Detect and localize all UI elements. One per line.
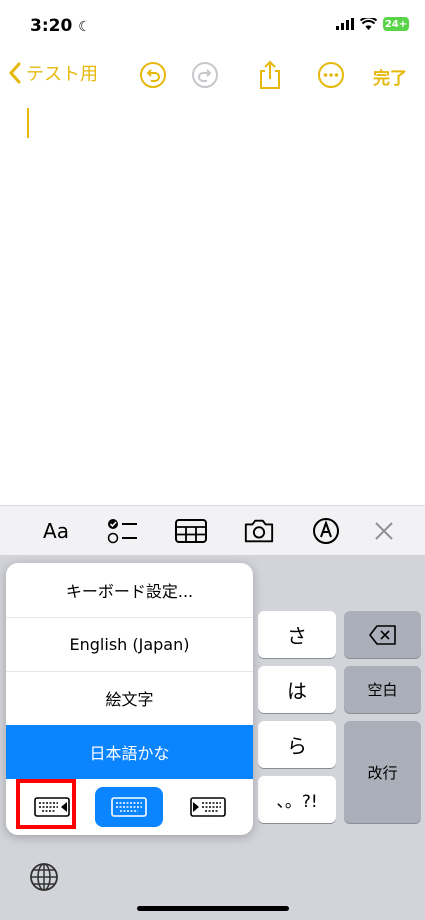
back-button[interactable]: テスト用 — [8, 60, 98, 86]
highlight-annotation — [16, 779, 76, 829]
redo-icon — [192, 62, 218, 88]
table-icon — [175, 519, 207, 543]
key-sa[interactable]: さ — [258, 611, 336, 658]
share-button[interactable] — [255, 60, 285, 90]
markup-button[interactable] — [310, 516, 342, 546]
note-body[interactable] — [0, 100, 425, 500]
checklist-icon — [107, 519, 137, 544]
battery-indicator: 24+ — [383, 17, 409, 31]
undo-icon — [140, 62, 166, 88]
globe-icon — [30, 863, 58, 891]
format-button[interactable]: Aa — [40, 516, 72, 546]
more-icon — [318, 62, 344, 88]
right-handed-keyboard-button[interactable] — [184, 787, 232, 827]
format-label: Aa — [43, 519, 69, 543]
moon-icon: ☾ — [78, 19, 91, 35]
full-keyboard-button[interactable] — [95, 787, 163, 827]
checklist-button[interactable] — [107, 516, 139, 546]
keyboard-right-icon — [190, 797, 226, 817]
return-key[interactable]: 改行 — [344, 721, 421, 823]
done-button[interactable]: 完了 — [373, 64, 407, 89]
menu-item-english-japan[interactable]: English (Japan) — [6, 617, 253, 672]
close-icon — [375, 522, 393, 540]
menu-item-emoji[interactable]: 絵文字 — [6, 671, 253, 726]
key-ra[interactable]: ら — [258, 721, 336, 768]
space-key[interactable]: 空白 — [344, 666, 421, 713]
redo-button[interactable] — [190, 60, 220, 90]
chevron-left-icon — [8, 62, 21, 84]
globe-button[interactable] — [28, 861, 62, 895]
menu-item-keyboard-settings[interactable]: キーボード設定... — [6, 563, 253, 618]
camera-button[interactable] — [243, 516, 275, 546]
share-icon — [260, 60, 280, 89]
table-button[interactable] — [175, 516, 207, 546]
delete-icon — [368, 624, 396, 645]
delete-key[interactable] — [344, 611, 421, 658]
status-time: 3:20 ☾ — [30, 16, 91, 36]
camera-icon — [244, 519, 274, 543]
formatting-toolbar: Aa — [0, 505, 425, 556]
home-indicator — [137, 906, 289, 911]
key-punctuation[interactable]: 、。?! — [258, 776, 336, 823]
keyboard-icon — [111, 797, 147, 817]
key-ha[interactable]: は — [258, 666, 336, 713]
back-label: テスト用 — [26, 64, 98, 85]
wifi-icon — [360, 18, 377, 30]
status-icons: 24+ — [336, 17, 409, 31]
markup-pen-icon — [313, 518, 339, 544]
more-button[interactable] — [316, 60, 346, 90]
close-toolbar-button[interactable] — [368, 516, 400, 546]
undo-button[interactable] — [138, 60, 168, 90]
signal-icon — [336, 18, 354, 30]
menu-item-japanese-kana[interactable]: 日本語かな — [6, 725, 253, 779]
